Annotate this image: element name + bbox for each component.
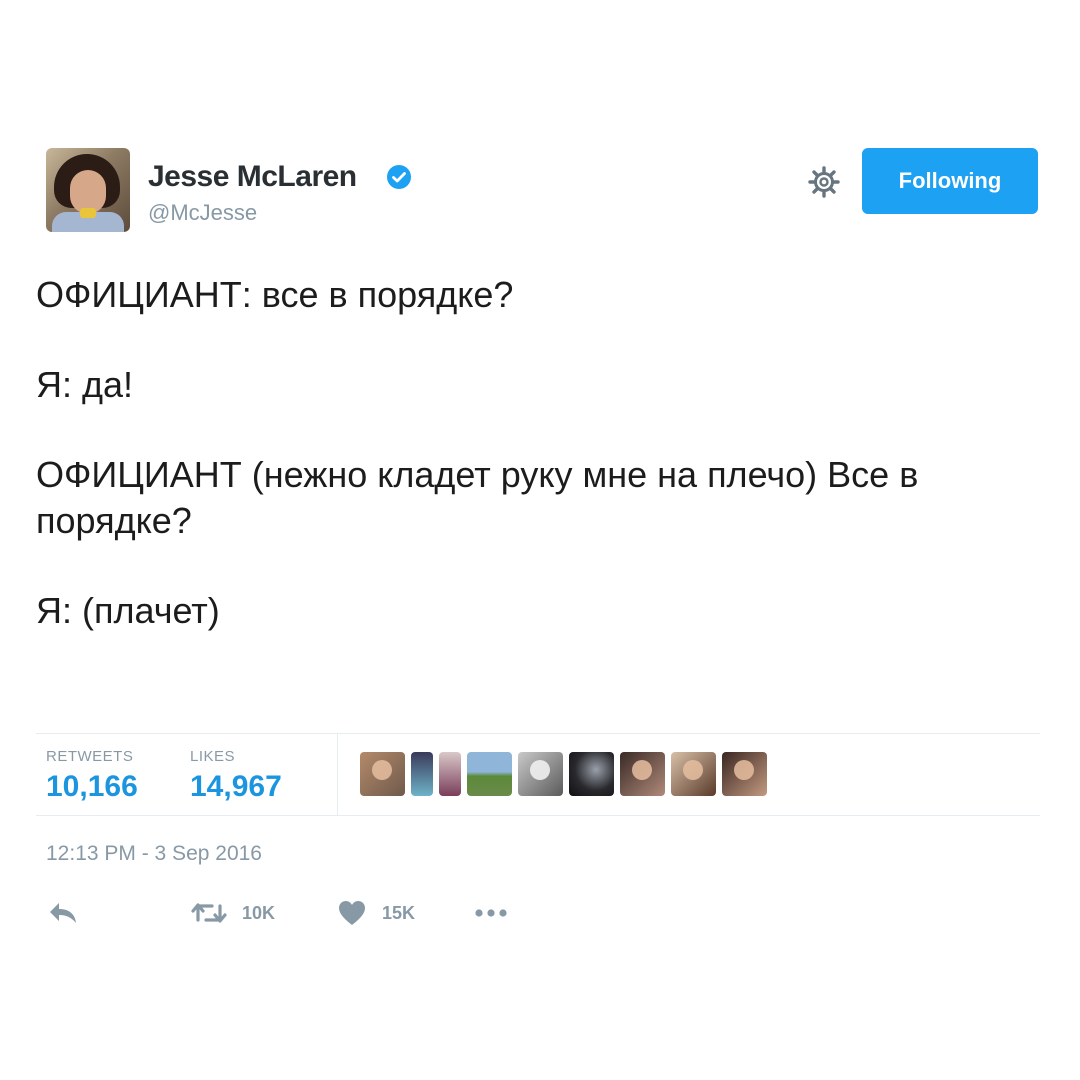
more-button[interactable]	[474, 898, 508, 928]
tweet-line-3: ОФИЦИАНТ (нежно кладет руку мне на плечо…	[36, 454, 919, 541]
author-handle[interactable]: @McJesse	[148, 200, 257, 226]
like-count: 15K	[382, 902, 416, 923]
retweet-button[interactable]: 10K	[190, 898, 275, 928]
retweet-icon	[191, 903, 227, 923]
gear-icon[interactable]	[806, 164, 842, 200]
tweet-line-4: Я: (плачет)	[36, 590, 220, 631]
retweets-count[interactable]: 10,166	[46, 770, 138, 804]
likes-label: LIKES	[190, 748, 236, 765]
stats-vertical-divider	[337, 733, 338, 815]
liker-avatar[interactable]	[467, 752, 512, 796]
liker-avatar[interactable]	[518, 752, 563, 796]
reply-icon	[50, 903, 76, 923]
following-button[interactable]: Following	[862, 148, 1038, 214]
author-avatar[interactable]	[46, 148, 130, 232]
liker-avatar[interactable]	[569, 752, 614, 796]
tweet-text: ОФИЦИАНТ: все в порядке? Я: да! ОФИЦИАНТ…	[36, 272, 1046, 634]
author-name[interactable]: Jesse McLaren	[148, 160, 357, 194]
liker-avatar[interactable]	[439, 752, 461, 796]
retweet-count: 10K	[242, 902, 276, 923]
likers-avatars	[360, 752, 767, 796]
tweet-line-2: Я: да!	[36, 364, 134, 405]
retweets-label: RETWEETS	[46, 748, 134, 765]
more-icon	[475, 909, 507, 917]
heart-icon	[339, 901, 365, 925]
stats-top-divider	[36, 733, 1040, 734]
liker-avatar[interactable]	[722, 752, 767, 796]
tweet-line-1: ОФИЦИАНТ: все в порядке?	[36, 274, 514, 315]
avatar-collar	[80, 208, 96, 218]
likes-count[interactable]: 14,967	[190, 770, 282, 804]
liker-avatar[interactable]	[411, 752, 433, 796]
tweet-timestamp[interactable]: 12:13 PM - 3 Sep 2016	[46, 842, 262, 866]
verified-badge-icon	[387, 165, 411, 189]
liker-avatar[interactable]	[360, 752, 405, 796]
like-button[interactable]: 15K	[338, 898, 415, 928]
liker-avatar[interactable]	[620, 752, 665, 796]
liker-avatar[interactable]	[671, 752, 716, 796]
stats-bottom-divider	[36, 815, 1040, 816]
reply-button[interactable]	[48, 898, 78, 928]
